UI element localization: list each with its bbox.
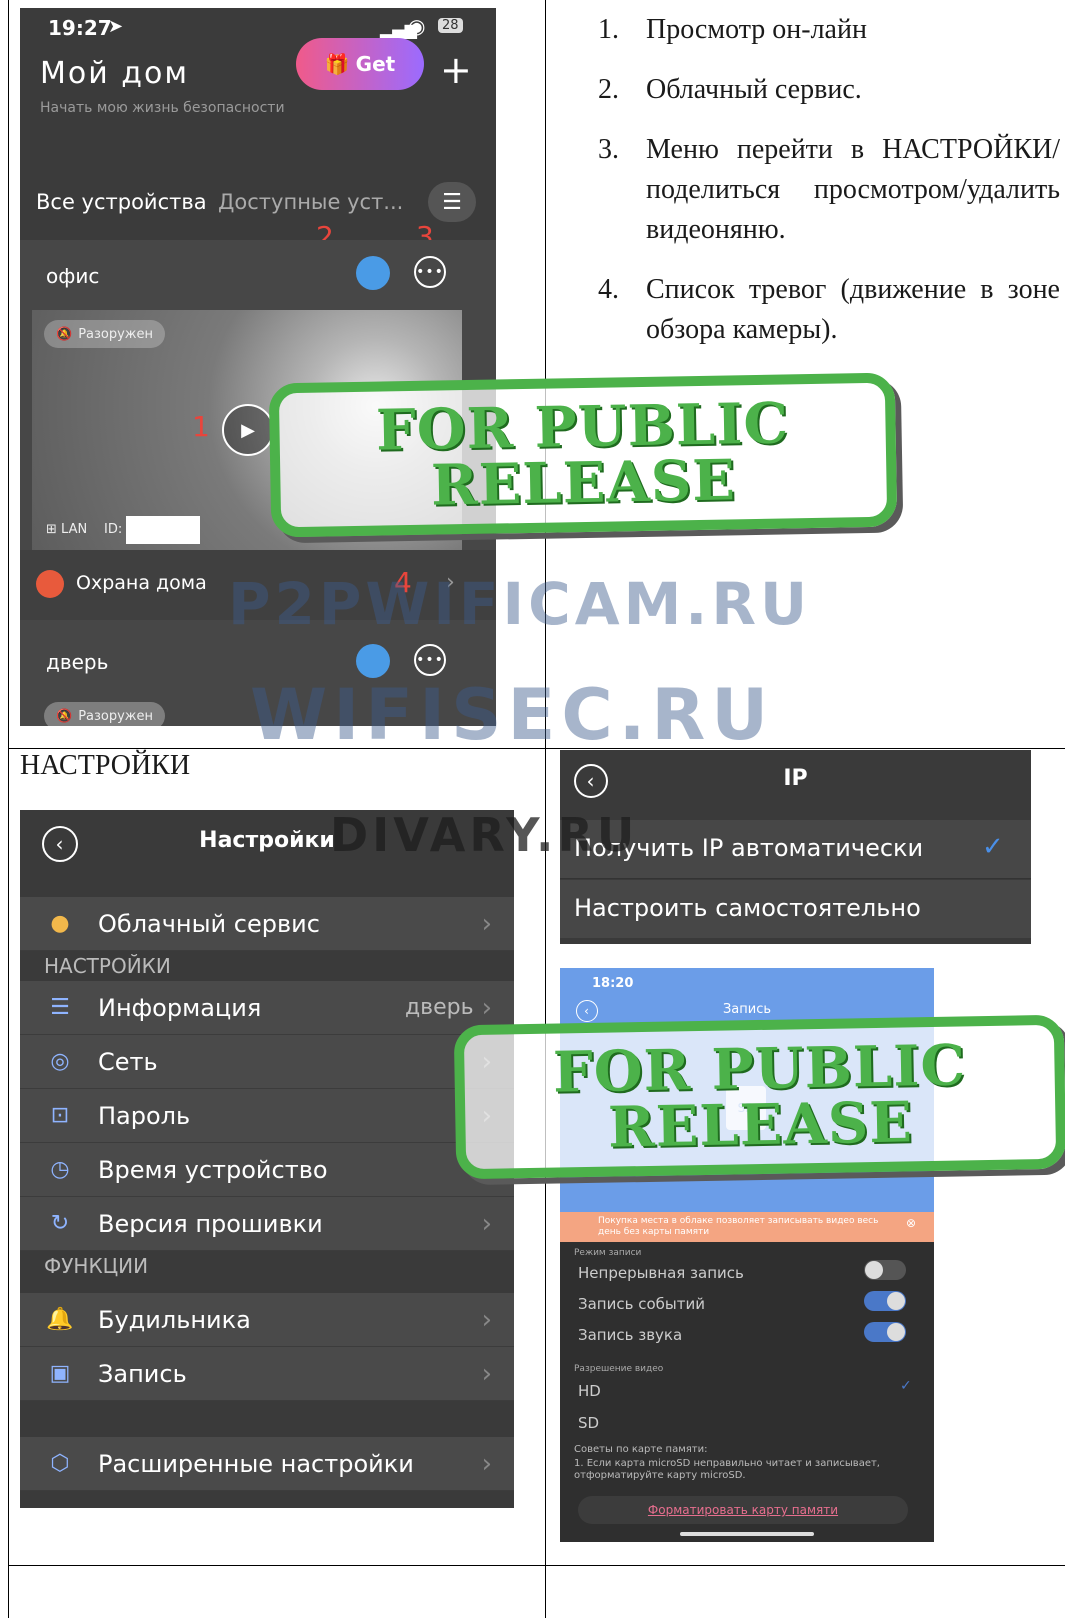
sound-label: Запись звука (578, 1326, 683, 1344)
chevron-right-icon: › (481, 1304, 492, 1335)
tab-available[interactable]: Доступные уст... (218, 190, 403, 214)
tab-all-devices[interactable]: Все устройства (36, 190, 207, 214)
tips-text: 1. Если карта microSD неправильно читает… (574, 1458, 880, 1481)
gift-icon: 🎁 (324, 52, 350, 76)
status-time: 18:20 (592, 976, 634, 991)
bell-icon: 🔔 (46, 1307, 74, 1332)
continuous-label: Непрерывная запись (578, 1264, 744, 1282)
page-title: Мой дом (40, 56, 189, 91)
settings-row-time[interactable]: ◷ Время устройство (20, 1143, 514, 1197)
release-stamp: FOR PUBLIC RELEASE (268, 372, 898, 538)
section-header-settings: НАСТРОЙКИ (20, 951, 514, 981)
refresh-icon: ↻ (50, 1211, 70, 1236)
get-button[interactable]: 🎁 Get (296, 38, 424, 90)
instruction-item: 2. Облачный сервис. (598, 74, 862, 105)
watermark: DIVARY.RU (330, 808, 639, 862)
settings-row-cloud[interactable]: ● Облачный сервис › (20, 897, 514, 951)
more-icon[interactable]: ••• (414, 256, 446, 288)
cloud-icon[interactable] (356, 256, 390, 290)
watermark: P2PWIFICAM.RU (228, 570, 812, 638)
check-icon: ✓ (982, 832, 1004, 862)
ip-title: IP (783, 766, 808, 791)
play-button[interactable]: ▶ (222, 404, 274, 456)
chevron-right-icon: › (481, 1448, 492, 1479)
instruction-item: 3. Меню перейти в НАСТРОЙКИ/поделиться пр… (598, 134, 1060, 245)
security-label: Охрана дома (76, 572, 207, 594)
record-title: Запись (722, 1002, 772, 1017)
marker-1: 1 (192, 410, 210, 443)
more-icon[interactable]: ••• (414, 644, 446, 676)
tips-title: Советы по карте памяти: (574, 1444, 708, 1455)
section-header: Режим записи (574, 1248, 642, 1258)
continuous-toggle[interactable] (864, 1260, 906, 1280)
video-icon: ▣ (49, 1361, 71, 1386)
settings-row-advanced[interactable]: ⬡ Расширенные настройки › (20, 1437, 514, 1491)
status-time: 19:27 (48, 16, 112, 40)
instruction-item: 4. Список тревог (движение в зоне обзора … (598, 274, 1060, 345)
sound-toggle[interactable] (864, 1322, 906, 1342)
hd-option[interactable]: HD (578, 1382, 601, 1400)
alarm-icon (36, 570, 64, 598)
instruction-item: 1. Просмотр он-лайн (598, 14, 867, 45)
sd-option[interactable]: SD (578, 1414, 599, 1432)
lock-icon: ⊡ (50, 1103, 70, 1128)
bell-off-icon: 🔕 (56, 326, 73, 342)
id-redaction (126, 516, 200, 544)
device-name: дверь (46, 650, 109, 674)
id-label: ID: (104, 522, 123, 537)
home-indicator (680, 1532, 814, 1536)
settings-row-firmware[interactable]: ↻ Версия прошивки › (20, 1197, 514, 1251)
watermark: WIFISEC.RU (250, 674, 775, 756)
cloud-banner[interactable]: Покупка места в облаке позволяет записыв… (560, 1212, 934, 1242)
globe-icon: ◎ (50, 1049, 70, 1074)
add-button[interactable]: + (440, 48, 472, 92)
cloud-icon[interactable] (356, 644, 390, 678)
section-header-functions: ФУНКЦИИ (20, 1251, 514, 1281)
cloud-icon: ● (50, 911, 70, 936)
battery-icon: 28 (438, 18, 463, 33)
events-label: Запись событий (578, 1295, 705, 1313)
clock-icon: ◷ (50, 1157, 70, 1182)
wifi-icon: ◉ (408, 14, 426, 38)
settings-row-alarm[interactable]: 🔔 Будильника › (20, 1293, 514, 1347)
settings-row-network[interactable]: ◎Сеть› (20, 1035, 514, 1089)
info-icon: ☰ (50, 995, 70, 1020)
disarmed-badge: 🔕 Разоружен (44, 702, 166, 726)
settings-row-record[interactable]: ▣ Запись › (20, 1347, 514, 1401)
bell-off-icon: 🔕 (56, 708, 73, 724)
menu-button[interactable]: ☰ (428, 182, 476, 222)
settings-caption: НАСТРОЙКИ (20, 750, 191, 781)
chevron-right-icon: › (481, 992, 492, 1023)
ip-option-manual[interactable]: Настроить самостоятельно (560, 880, 1031, 938)
hamburger-icon: ☰ (442, 189, 462, 215)
page-subtitle: Начать мою жизнь безопасности (40, 100, 285, 116)
section-header: Разрешение видео (574, 1364, 664, 1374)
location-icon: ➤ (108, 16, 124, 37)
hexagon-icon: ⬡ (50, 1451, 70, 1476)
lan-label: ⊞ LAN (46, 522, 88, 537)
chevron-right-icon: › (481, 1358, 492, 1389)
events-toggle[interactable] (864, 1291, 906, 1311)
disarmed-badge: 🔕 Разоружен (44, 320, 166, 348)
instructions-list: 1. Просмотр он-лайн 2. Облачный сервис. 3.… (598, 10, 1060, 350)
settings-row-info[interactable]: ☰ Информация дверь › (20, 981, 514, 1035)
release-stamp: FOR PUBLIC RELEASE (453, 1014, 1065, 1180)
format-button[interactable]: Форматировать карту памяти (578, 1496, 908, 1524)
chevron-right-icon: › (481, 908, 492, 939)
check-icon: ✓ (900, 1378, 912, 1394)
device-name: офис (46, 264, 100, 288)
settings-row-password[interactable]: ⊡Пароль› (20, 1089, 514, 1143)
close-icon[interactable]: ⊗ (906, 1217, 916, 1229)
chevron-right-icon: › (481, 1208, 492, 1239)
